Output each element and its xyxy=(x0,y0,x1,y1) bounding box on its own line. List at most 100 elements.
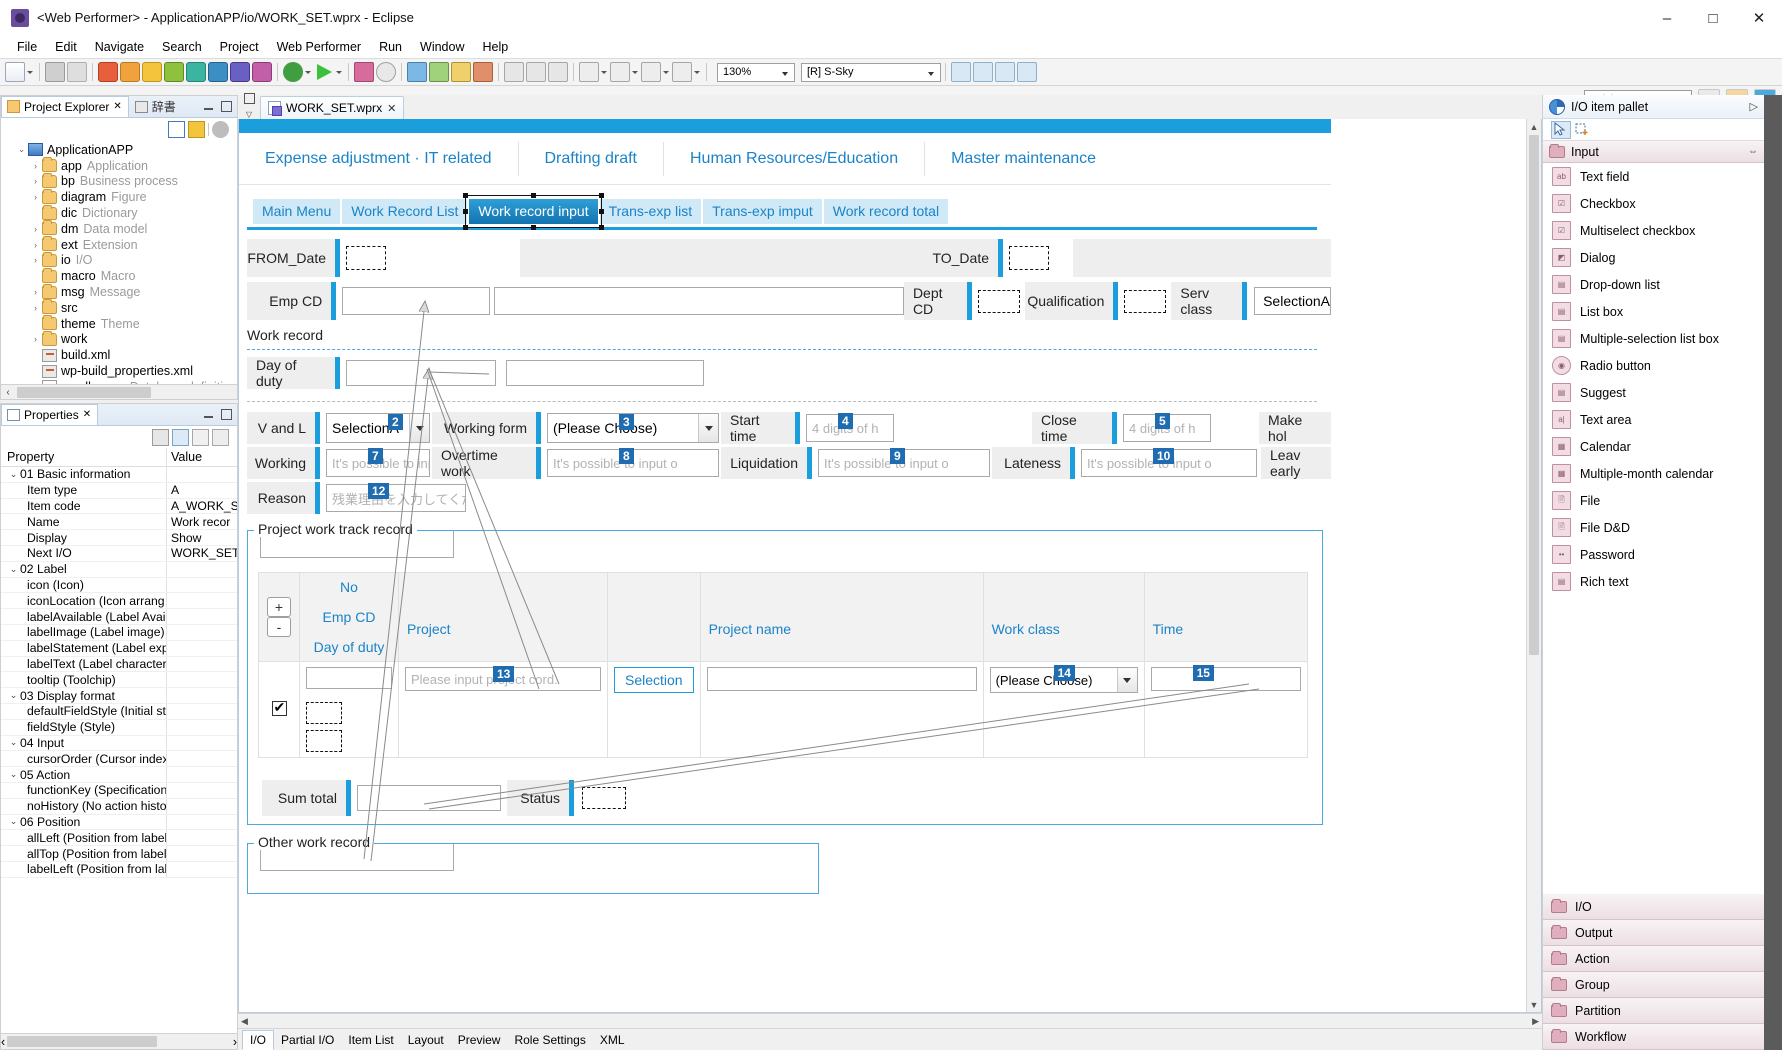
tree-item-diagram[interactable]: › diagram Figure xyxy=(1,188,237,205)
property-row[interactable]: iconLocation (Icon arrang xyxy=(1,593,237,610)
tab-close-icon[interactable]: ✕ xyxy=(113,101,121,112)
day-of-duty-input[interactable] xyxy=(346,360,496,386)
sub-tab-trans-exp-imput[interactable]: Trans-exp imput xyxy=(703,199,822,224)
property-row[interactable]: labelAvailable (Label Avail xyxy=(1,609,237,625)
tree-item-io[interactable]: › io I/O xyxy=(1,251,237,269)
property-value-cell[interactable] xyxy=(167,767,237,782)
property-row[interactable]: tooltip (Toolchip) xyxy=(1,672,237,689)
property-value-cell[interactable] xyxy=(167,783,237,798)
emp-cd-input[interactable] xyxy=(341,287,490,315)
property-value-cell[interactable] xyxy=(167,846,237,861)
run-dropdown-icon[interactable] xyxy=(335,62,344,82)
chevron-right-icon[interactable]: › xyxy=(29,334,42,344)
sub-tab-trans-exp-list[interactable]: Trans-exp list xyxy=(599,199,702,224)
property-row[interactable]: Item type A xyxy=(1,482,237,499)
pallet-section-group[interactable]: Group xyxy=(1543,972,1764,998)
pallet-item-rich-text[interactable]: ▤ Rich text xyxy=(1543,568,1764,595)
sub-tab-work-record-input[interactable]: Work record input xyxy=(463,193,604,230)
project-selection-button[interactable]: Selection xyxy=(614,667,694,693)
nav-master-maintenance[interactable]: Master maintenance xyxy=(925,142,1122,176)
v-and-l-dropdown[interactable]: SelectionA xyxy=(326,413,430,443)
tree-item-theme[interactable]: theme Theme xyxy=(1,315,237,332)
menu-search[interactable]: Search xyxy=(153,38,211,56)
wp-icon-3[interactable] xyxy=(142,62,162,82)
distribute-dropdown-icon-3[interactable] xyxy=(662,62,671,82)
distribute-icon-3[interactable] xyxy=(641,62,661,82)
pallet-item-file[interactable]: 🗎 File xyxy=(1543,487,1764,514)
tab-properties[interactable]: Properties ✕ xyxy=(1,404,99,425)
editor-vscrollbar[interactable]: ▲ ▼ xyxy=(1526,119,1541,1012)
property-row[interactable]: labelText (Label characters xyxy=(1,656,237,673)
minimize-view-icon[interactable] xyxy=(203,410,215,419)
tree-item-ext[interactable]: › ext Extension xyxy=(1,236,237,253)
sub-tab-work-record-list[interactable]: Work Record List xyxy=(342,199,468,224)
distribute-icon-4[interactable] xyxy=(672,62,692,82)
minimize-view-icon[interactable] xyxy=(203,102,215,111)
property-group-row[interactable]: ⌄ 04 Input xyxy=(1,735,237,752)
tab-close-icon[interactable]: ✕ xyxy=(83,409,91,420)
chevron-right-icon[interactable]: › xyxy=(29,176,42,186)
distribute-dropdown-icon[interactable] xyxy=(600,62,609,82)
pallet-item-radio-button[interactable]: ◉ Radio button xyxy=(1543,352,1764,379)
property-value-cell[interactable] xyxy=(167,562,237,577)
marquee-tool-icon[interactable] xyxy=(1573,121,1593,139)
pallet-item-suggest[interactable]: ▤ Suggest xyxy=(1543,379,1764,406)
maximize-button[interactable]: □ xyxy=(1690,0,1736,36)
save-icon[interactable] xyxy=(45,62,65,82)
perspective-icon-4[interactable] xyxy=(1017,62,1037,82)
chevron-down-icon[interactable] xyxy=(1116,668,1137,692)
menu-window[interactable]: Window xyxy=(411,38,473,56)
property-group-row[interactable]: ⌄ 03 Display format xyxy=(1,688,237,704)
property-row[interactable]: cursorOrder (Cursor index xyxy=(1,751,237,768)
wp-icon-5[interactable] xyxy=(186,62,206,82)
chevron-right-icon[interactable]: › xyxy=(29,287,42,297)
serv-class-select[interactable]: SelectionA xyxy=(1254,287,1332,315)
to-date-input[interactable] xyxy=(1009,246,1049,270)
pallet-section-action[interactable]: Action xyxy=(1543,946,1764,972)
property-row[interactable]: functionKey (Specification xyxy=(1,782,237,799)
pallet-item-text-area[interactable]: a| Text area xyxy=(1543,406,1764,433)
pallet-item-list-box[interactable]: ▤ List box xyxy=(1543,298,1764,325)
chevron-right-icon[interactable]: ▷ xyxy=(1750,100,1758,113)
save-all-icon[interactable] xyxy=(67,62,87,82)
wp-icon-7[interactable] xyxy=(230,62,250,82)
qualification-input[interactable] xyxy=(1124,289,1167,313)
property-row[interactable]: allLeft (Position from label xyxy=(1,830,237,847)
chevron-down-icon[interactable] xyxy=(409,414,429,442)
chevron-down-icon[interactable]: ⌄ xyxy=(7,469,20,480)
chevron-right-icon[interactable]: › xyxy=(29,303,42,313)
property-value-cell[interactable] xyxy=(167,641,237,656)
chevron-down-icon[interactable]: ▽ xyxy=(246,110,252,119)
perspective-icon-1[interactable] xyxy=(951,62,971,82)
property-value-cell[interactable] xyxy=(167,467,237,482)
tab-dictionary[interactable]: 辞書 xyxy=(129,96,183,117)
property-value-cell[interactable]: A_WORK_S xyxy=(167,499,237,514)
pallet-item-text-field[interactable]: ab Text field xyxy=(1543,163,1764,190)
remove-row-button[interactable]: - xyxy=(267,617,291,637)
tree-item-wp-build-properties-xml[interactable]: wp-build_properties.xml xyxy=(1,363,237,379)
scroll-right-icon[interactable]: › xyxy=(233,1035,237,1049)
property-group-row[interactable]: ⌄ 02 Label xyxy=(1,561,237,578)
wp-icon-2[interactable] xyxy=(120,62,140,82)
chevron-down-icon[interactable]: ⌄ xyxy=(7,564,20,575)
row-emp-cd-input[interactable] xyxy=(306,702,342,724)
restore-defaults-icon[interactable] xyxy=(212,428,229,446)
emp-name-input[interactable] xyxy=(493,287,904,315)
menu-help[interactable]: Help xyxy=(473,38,517,56)
editor-tab-work-set[interactable]: WORK_SET.wprx ✕ xyxy=(260,96,405,119)
show-advanced-icon[interactable] xyxy=(192,428,209,446)
run-icon[interactable] xyxy=(317,64,332,80)
property-row[interactable]: noHistory (No action histo xyxy=(1,798,237,815)
property-value-cell[interactable]: Show xyxy=(167,530,237,545)
editor-tab-close-icon[interactable]: ✕ xyxy=(387,102,396,115)
chevron-down-icon[interactable] xyxy=(698,414,718,442)
scroll-left-icon[interactable]: ‹ xyxy=(1,387,15,398)
property-value-cell[interactable] xyxy=(167,751,237,766)
reason-input[interactable]: 残業理由を入力してくだ xyxy=(326,484,466,512)
menu-navigate[interactable]: Navigate xyxy=(86,38,153,56)
property-value-cell[interactable] xyxy=(167,736,237,751)
property-value-cell[interactable] xyxy=(167,609,237,624)
pallet-item-file-d-d[interactable]: 🗎 File D&D xyxy=(1543,514,1764,541)
scroll-right-icon[interactable]: ▶ xyxy=(1532,1016,1539,1027)
from-date-input[interactable] xyxy=(346,246,386,270)
